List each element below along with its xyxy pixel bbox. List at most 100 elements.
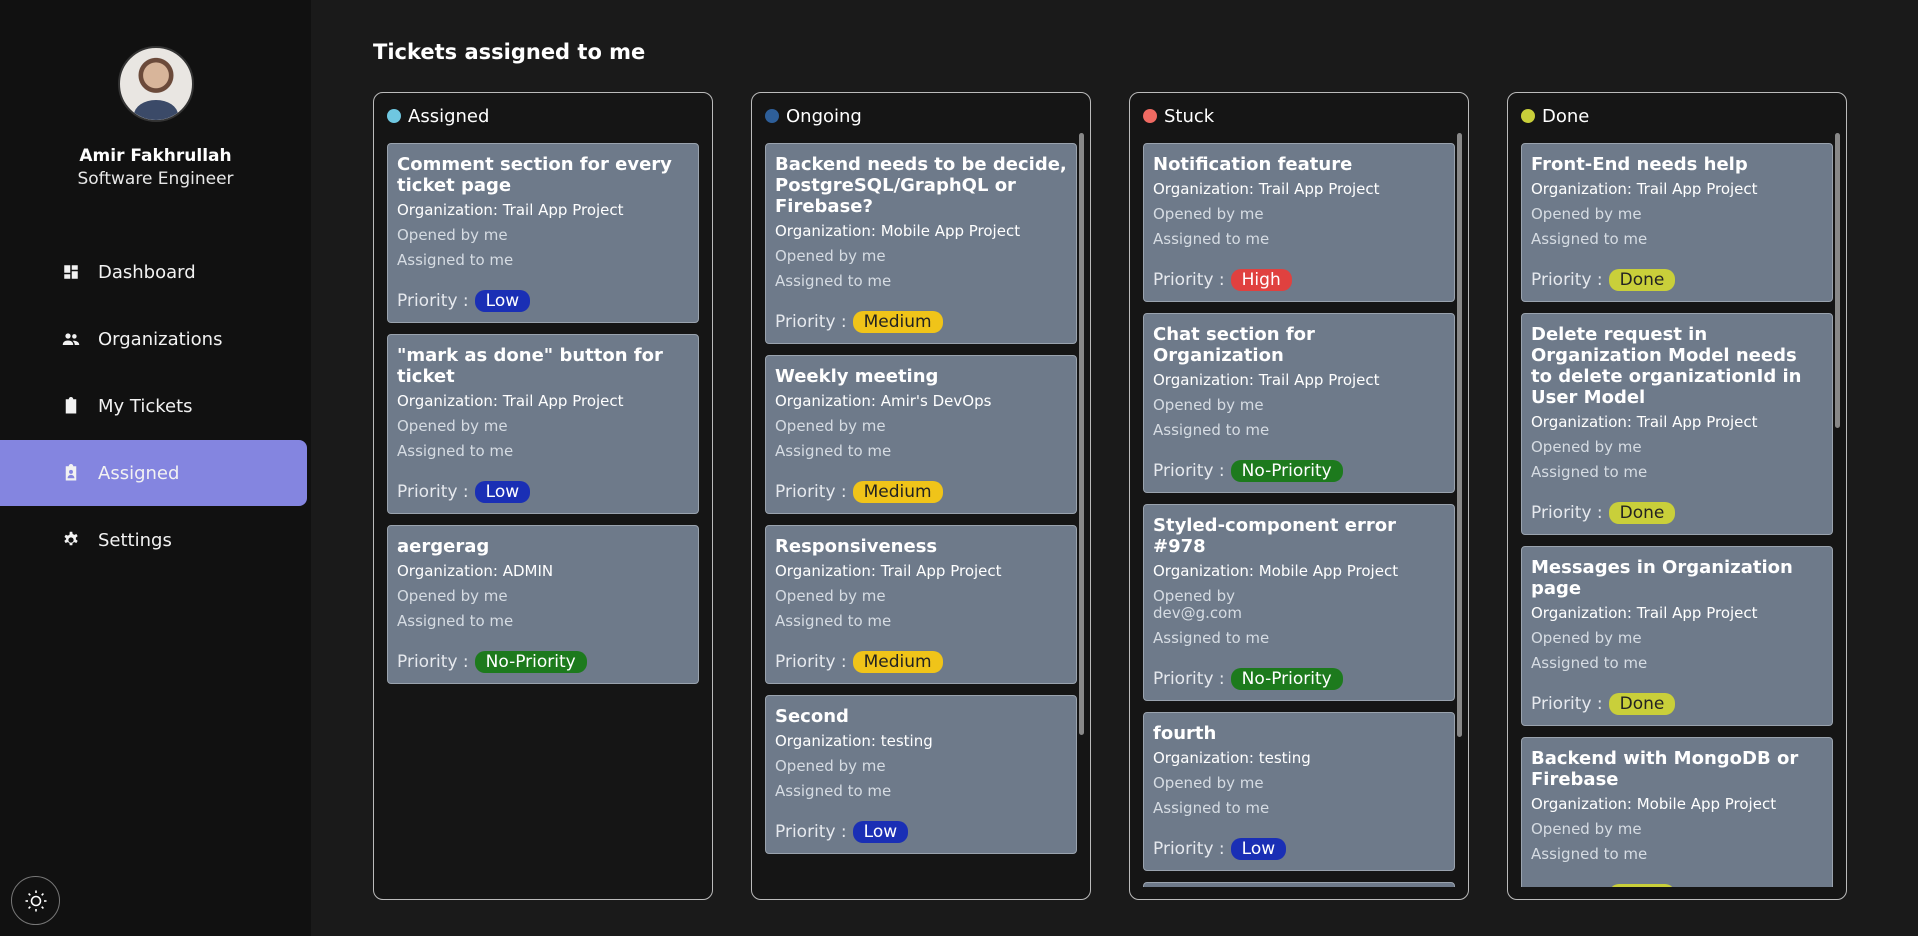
- ticket-card[interactable]: Backend with MongoDB or Firebase Organiza…: [1521, 737, 1833, 887]
- sidebar-item-assigned[interactable]: Assigned: [0, 440, 307, 506]
- ticket-card[interactable]: Delete request in Organization Model nee…: [1521, 313, 1833, 535]
- ticket-card[interactable]: "mark as done" button for ticket Organiza…: [387, 334, 699, 514]
- ticket-title: aergerag: [397, 536, 490, 557]
- priority-row: Priority : Low: [397, 481, 689, 503]
- ticket-organization: Organization: Trail App Project: [1153, 371, 1380, 389]
- priority-badge: Done: [1608, 693, 1676, 715]
- priority-badge: Done: [1608, 884, 1676, 887]
- ticket-opened-by: Opened by me: [1531, 629, 1642, 647]
- ticket-organization: Organization: Trail App Project: [397, 392, 624, 410]
- ticket-assigned-to: Assigned to me: [397, 251, 514, 269]
- ticket-assigned-to: Assigned to me: [775, 612, 892, 630]
- priority-row: Priority : No-Priority: [397, 651, 689, 673]
- column-title: Ongoing: [786, 105, 862, 127]
- column-header: Stuck: [1130, 93, 1468, 139]
- column-title: Stuck: [1164, 105, 1215, 127]
- sidebar-item-my-tickets[interactable]: My Tickets: [0, 373, 307, 439]
- ticket-card[interactable]: aergerag Organization: ADMIN Opened by me A…: [387, 525, 699, 684]
- priority-row: Priority : Medium: [775, 311, 1067, 333]
- ticket-card[interactable]: [1143, 882, 1455, 887]
- priority-label: Priority :: [1531, 694, 1603, 714]
- ticket-card[interactable]: fourth Organization: testing Opened by me A…: [1143, 712, 1455, 871]
- people-icon: [62, 330, 80, 348]
- ticket-title: Backend with MongoDB or Firebase: [1531, 748, 1799, 790]
- priority-label: Priority :: [1153, 270, 1225, 290]
- priority-label: Priority :: [1153, 839, 1225, 859]
- ticket-opened-by: Opened by me: [775, 417, 886, 435]
- priority-row: Priority : Done: [1531, 884, 1823, 887]
- priority-badge: Medium: [852, 651, 943, 673]
- column-scrollbar[interactable]: [1079, 133, 1084, 735]
- priority-badge: Low: [1230, 838, 1287, 860]
- priority-row: Priority : Low: [1153, 838, 1445, 860]
- column-ongoing: Ongoing Backend needs to be decide, Postg…: [751, 92, 1091, 900]
- page-title: Tickets assigned to me: [373, 40, 646, 64]
- ticket-assigned-to: Assigned to me: [1531, 654, 1648, 672]
- sidebar-item-dashboard[interactable]: Dashboard: [0, 239, 307, 305]
- status-dot: [387, 109, 401, 123]
- ticket-organization: Organization: Mobile App Project: [1153, 562, 1399, 580]
- sidebar-item-label: Dashboard: [98, 261, 196, 283]
- ticket-organization: Organization: Trail App Project: [1531, 180, 1758, 198]
- priority-row: Priority : Low: [775, 821, 1067, 843]
- ticket-card[interactable]: Backend needs to be decide, PostgreSQL/G…: [765, 143, 1077, 344]
- ticket-card[interactable]: Chat section for Organization Organizatio…: [1143, 313, 1455, 493]
- avatar[interactable]: [117, 46, 194, 122]
- ticket-assigned-to: Assigned to me: [1153, 421, 1270, 439]
- ticket-organization: Organization: testing: [1153, 749, 1311, 767]
- ticket-organization: Organization: Trail App Project: [1531, 413, 1758, 431]
- ticket-card[interactable]: Responsiveness Organization: Trail App Pr…: [765, 525, 1077, 684]
- ticket-card[interactable]: Second Organization: testing Opened by me A…: [765, 695, 1077, 854]
- ticket-card[interactable]: Front-End needs help Organization: Trail …: [1521, 143, 1833, 302]
- ticket-organization: Organization: Trail App Project: [1153, 180, 1380, 198]
- ticket-title: Notification feature: [1153, 154, 1353, 175]
- clipboard-icon: [62, 397, 80, 415]
- column-header: Assigned: [374, 93, 712, 139]
- ticket-organization: Organization: Trail App Project: [397, 201, 624, 219]
- ticket-title: fourth: [1153, 723, 1217, 744]
- priority-row: Priority : Medium: [775, 651, 1067, 673]
- ticket-card[interactable]: Comment section for every ticket page Org…: [387, 143, 699, 323]
- column-done: Done Front-End needs help Organization: Tr…: [1507, 92, 1847, 900]
- sidebar-item-organizations[interactable]: Organizations: [0, 306, 307, 372]
- theme-toggle-button[interactable]: [11, 876, 60, 925]
- ticket-title: Delete request in Organization Model nee…: [1531, 324, 1802, 408]
- ticket-assigned-to: Assigned to me: [1153, 230, 1270, 248]
- ticket-assigned-to: Assigned to me: [1531, 845, 1648, 863]
- ticket-assigned-to: Assigned to me: [397, 612, 514, 630]
- priority-badge: No-Priority: [474, 651, 587, 673]
- ticket-card[interactable]: Weekly meeting Organization: Amir's DevOp…: [765, 355, 1077, 514]
- sidebar-item-settings[interactable]: Settings: [0, 507, 307, 573]
- column-scrollbar[interactable]: [1835, 133, 1840, 428]
- ticket-assigned-to: Assigned to me: [775, 442, 892, 460]
- ticket-assigned-to: Assigned to me: [1153, 629, 1270, 647]
- sidebar-item-label: My Tickets: [98, 395, 193, 417]
- ticket-opened-by: Opened by me: [775, 587, 886, 605]
- priority-row: Priority : No-Priority: [1153, 668, 1445, 690]
- ticket-title: Messages in Organization page: [1531, 557, 1793, 599]
- column-scrollbar[interactable]: [1457, 133, 1462, 737]
- sidebar-item-label: Organizations: [98, 328, 223, 350]
- ticket-card[interactable]: Styled-component error #978 Organization:…: [1143, 504, 1455, 701]
- ticket-opened-by: Opened by me: [1531, 820, 1642, 838]
- ticket-opened-by: Opened by me: [1153, 396, 1264, 414]
- priority-badge: Done: [1608, 502, 1676, 524]
- sidebar: Amir Fakhrullah Software Engineer Dashbo…: [0, 0, 311, 936]
- ticket-assigned-to: Assigned to me: [1531, 230, 1648, 248]
- priority-label: Priority :: [1531, 503, 1603, 523]
- ticket-board: Assigned Comment section for every ticket…: [373, 92, 1847, 900]
- ticket-title: "mark as done" button for ticket: [397, 345, 663, 387]
- ticket-card[interactable]: Messages in Organization page Organizatio…: [1521, 546, 1833, 726]
- column-header: Done: [1508, 93, 1846, 139]
- user-role: Software Engineer: [77, 169, 234, 189]
- ticket-card[interactable]: Notification feature Organization: Trail …: [1143, 143, 1455, 302]
- priority-badge: Low: [474, 290, 531, 312]
- ticket-opened-by: Opened by dev@g.com: [1153, 587, 1242, 622]
- priority-badge: No-Priority: [1230, 668, 1343, 690]
- column-stuck: Stuck Notification feature Organization: T…: [1129, 92, 1469, 900]
- ticket-title: Styled-component error #978: [1153, 515, 1396, 557]
- ticket-assigned-to: Assigned to me: [397, 442, 514, 460]
- ticket-assigned-to: Assigned to me: [1531, 463, 1648, 481]
- priority-label: Priority :: [775, 652, 847, 672]
- sidebar-item-label: Assigned: [98, 462, 180, 484]
